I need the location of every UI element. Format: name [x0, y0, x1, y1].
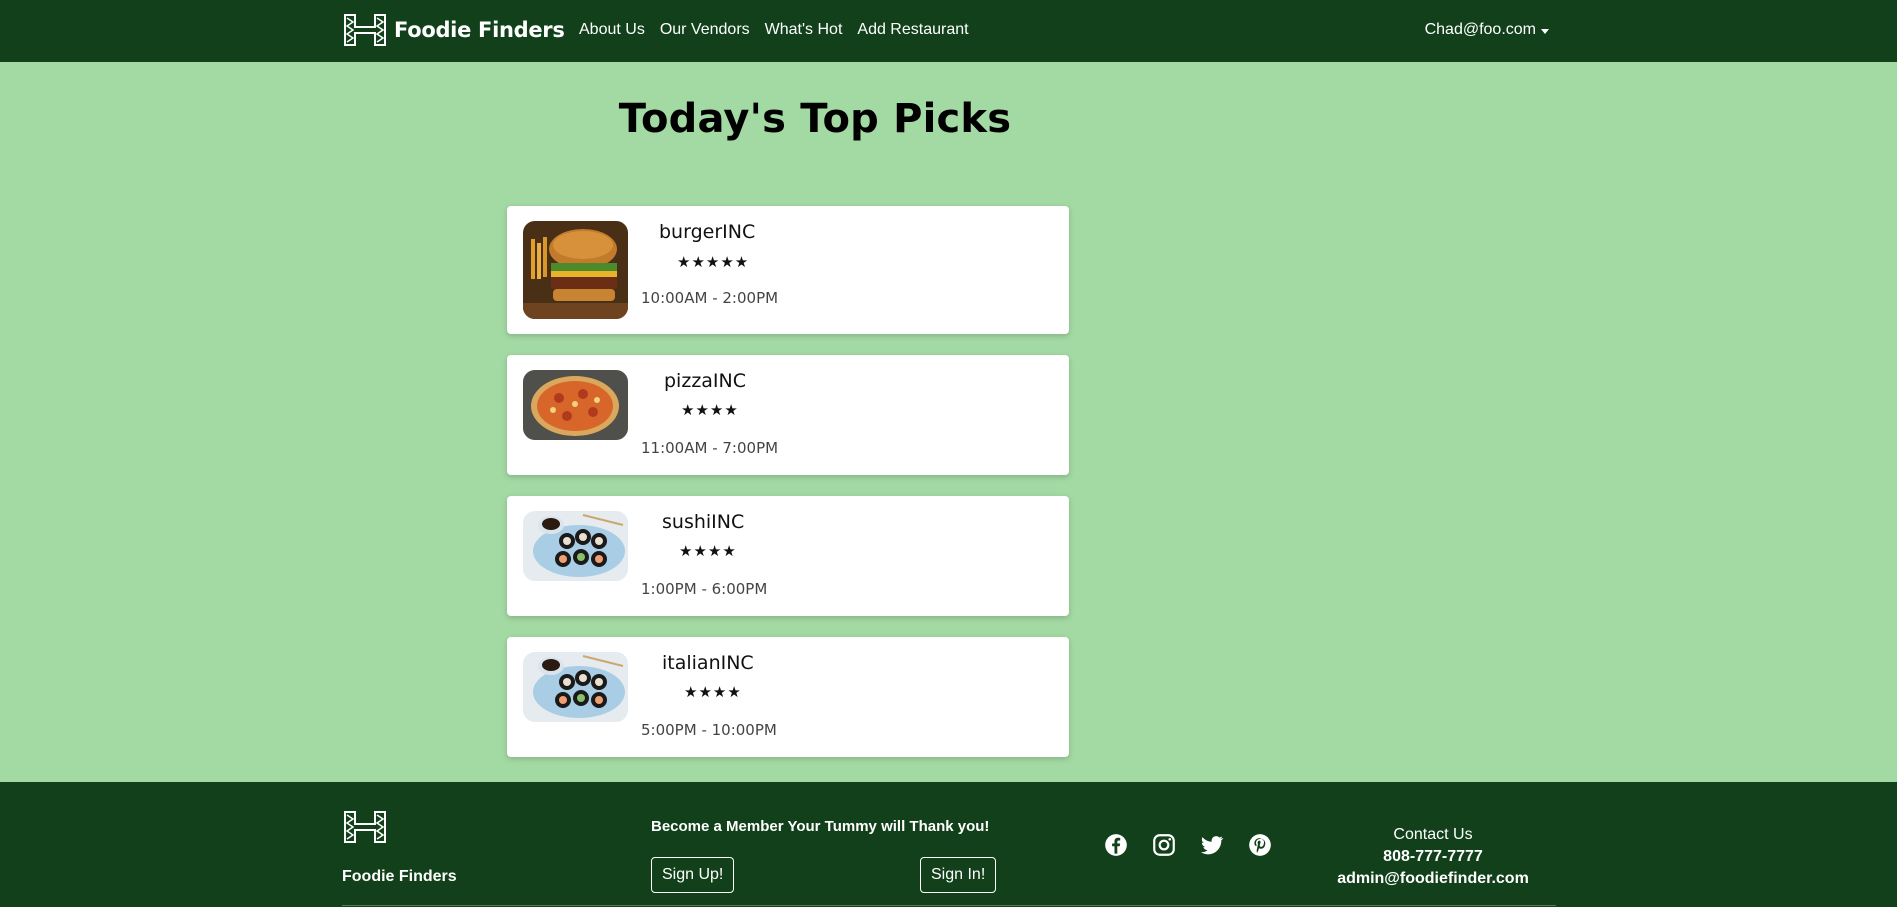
- rating-stars: ★★★★★: [677, 254, 750, 271]
- instagram-icon[interactable]: [1151, 832, 1177, 858]
- membership-tagline: Become a Member Your Tummy will Thank yo…: [651, 818, 990, 835]
- sushi-image: [523, 652, 628, 722]
- sushi-image: [523, 511, 628, 581]
- sign-up-button[interactable]: Sign Up!: [651, 857, 735, 893]
- restaurant-hours: 1:00PM - 6:00PM: [641, 580, 768, 598]
- user-email[interactable]: Chad@foo.com: [1425, 21, 1536, 39]
- contact-email[interactable]: admin@foodiefinder.com: [1320, 868, 1546, 890]
- nav-add-restaurant[interactable]: Add Restaurant: [857, 21, 968, 39]
- pinterest-icon[interactable]: [1247, 832, 1273, 858]
- top-navbar: Foodie Finders About Us Our Vendors What…: [0, 0, 1897, 62]
- h-logo-icon: [344, 811, 386, 843]
- nav-whats-hot[interactable]: What's Hot: [765, 21, 843, 39]
- pick-card[interactable]: sushiINC ★★★★ 1:00PM - 6:00PM: [507, 496, 1069, 616]
- restaurant-name[interactable]: burgerINC: [659, 221, 755, 243]
- brand[interactable]: Foodie Finders: [342, 11, 565, 49]
- rating-stars: ★★★★: [681, 402, 739, 419]
- facebook-icon[interactable]: [1103, 832, 1129, 858]
- pick-card[interactable]: pizzaINC ★★★★ 11:00AM - 7:00PM: [507, 355, 1069, 475]
- twitter-icon[interactable]: [1199, 832, 1225, 858]
- restaurant-name[interactable]: sushiINC: [662, 511, 744, 533]
- site-footer: Foodie Finders Become a Member Your Tumm…: [0, 782, 1897, 907]
- restaurant-hours: 5:00PM - 10:00PM: [641, 721, 777, 739]
- restaurant-name[interactable]: italianINC: [662, 652, 754, 674]
- social-links: [1103, 832, 1273, 858]
- user-menu-dropdown[interactable]: Chad@foo.com: [1425, 21, 1549, 39]
- footer-brand: Foodie Finders: [342, 868, 457, 885]
- brand-name[interactable]: Foodie Finders: [394, 18, 565, 42]
- pick-card[interactable]: burgerINC ★★★★★ 10:00AM - 2:00PM: [507, 206, 1069, 334]
- contact-block: Contact Us 808-777-7777 admin@foodiefind…: [1320, 824, 1546, 890]
- contact-phone[interactable]: 808-777-7777: [1320, 846, 1546, 868]
- pick-card[interactable]: italianINC ★★★★ 5:00PM - 10:00PM: [507, 637, 1069, 757]
- rating-stars: ★★★★: [679, 543, 737, 560]
- restaurant-hours: 11:00AM - 7:00PM: [641, 439, 779, 457]
- restaurant-name[interactable]: pizzaINC: [664, 370, 746, 392]
- contact-heading: Contact Us: [1393, 826, 1473, 843]
- footer-divider: [342, 905, 1556, 906]
- nav-links: About Us Our Vendors What's Hot Add Rest…: [579, 21, 969, 39]
- caret-down-icon: [1541, 28, 1549, 34]
- rating-stars: ★★★★: [684, 684, 742, 701]
- nav-our-vendors[interactable]: Our Vendors: [660, 21, 750, 39]
- nav-about-us[interactable]: About Us: [579, 21, 645, 39]
- restaurant-hours: 10:00AM - 2:00PM: [641, 289, 779, 307]
- h-logo-icon: [344, 14, 386, 46]
- page-title: Today's Top Picks: [618, 96, 1012, 142]
- burger-image: [523, 221, 628, 319]
- pizza-image: [523, 370, 628, 440]
- sign-in-button[interactable]: Sign In!: [920, 857, 997, 893]
